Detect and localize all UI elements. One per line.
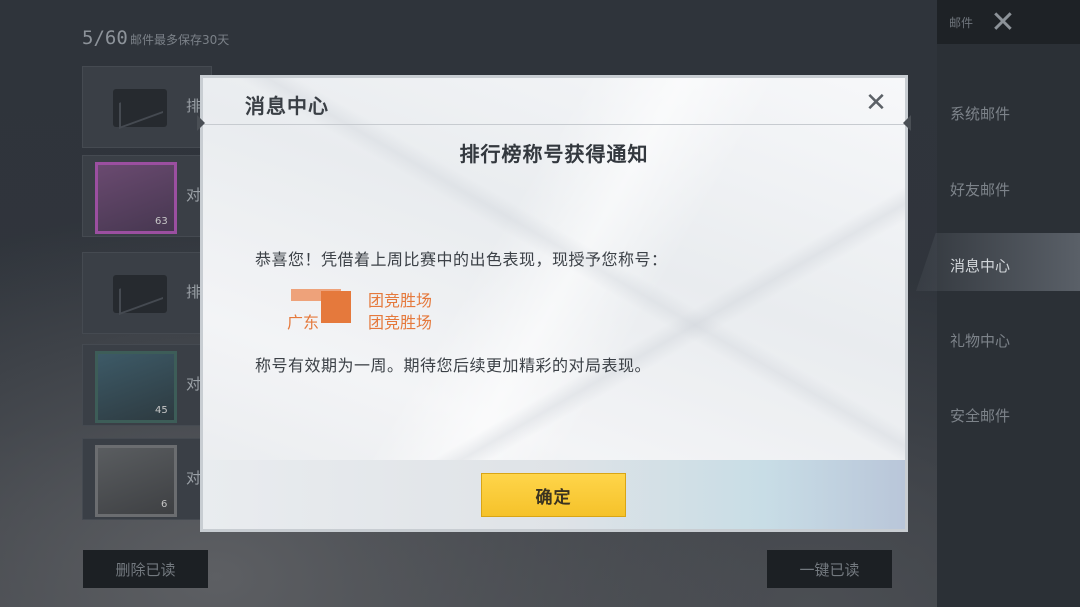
mail-list-item[interactable]: 45 对 [82,344,212,426]
confirm-button[interactable]: 确定 [481,473,626,517]
mail-item-label: 对 [186,469,202,487]
mail-list-item[interactable]: 63 对 [82,155,212,237]
level-badge: 45 [155,405,168,416]
message-dialog: 消息中心 ✕ 排行榜称号获得通知 恭喜您！凭借着上周比赛中的出色表现，现授予您称… [197,75,911,532]
dialog-body: 消息中心 ✕ 排行榜称号获得通知 恭喜您！凭借着上周比赛中的出色表现，现授予您称… [203,78,905,529]
dialog-corner-decoration [903,115,911,131]
dialog-title: 消息中心 [245,94,329,118]
awarded-title: 团竞胜场 [368,291,433,310]
notice-title: 排行榜称号获得通知 [459,142,649,166]
sidebar-item-gift-center[interactable]: 礼物中心 [950,330,1010,351]
mail-item-label: 对 [186,375,202,393]
sidebar-item-message-center[interactable]: 消息中心 [950,255,1010,276]
close-icon[interactable]: ✕ [988,8,1018,38]
sidebar-item-friend-mail[interactable]: 好友邮件 [950,179,1010,200]
level-badge: 6 [161,499,168,510]
awarded-title-prefix: 广东 [287,313,320,332]
envelope-icon [113,89,167,127]
envelope-icon [113,275,167,313]
close-icon[interactable]: ✕ [862,89,890,117]
mail-item-label: 排 [186,283,202,301]
mail-retention-hint: 邮件最多保存30天 [130,33,230,47]
mail-item-label: 对 [186,186,202,204]
mail-list-item[interactable]: 排 [82,66,212,148]
level-badge: 63 [155,216,168,227]
mark-all-read-button[interactable]: 一键已读 [767,550,892,588]
dialog-corner-decoration [197,115,205,131]
mail-category-sidebar [937,0,1080,607]
mail-list-item[interactable]: 6 对 [82,438,212,520]
awarded-title: 团竞胜场 [368,313,433,332]
delete-read-button[interactable]: 删除已读 [83,550,208,588]
redaction-mark [321,291,351,323]
notice-closing: 称号有效期为一周。期待您后续更加精彩的对局表现。 [255,356,652,375]
mail-tab-label: 邮件 [949,16,974,30]
sidebar-item-system-mail[interactable]: 系统邮件 [950,103,1010,124]
dialog-header: 消息中心 ✕ [203,78,905,125]
mail-list-item[interactable]: 排 [82,252,212,334]
mail-count: 5/60 [82,27,128,49]
notice-greeting: 恭喜您！凭借着上周比赛中的出色表现，现授予您称号： [255,250,668,269]
sidebar-item-security-mail[interactable]: 安全邮件 [950,405,1010,426]
mail-item-label: 排 [186,97,202,115]
